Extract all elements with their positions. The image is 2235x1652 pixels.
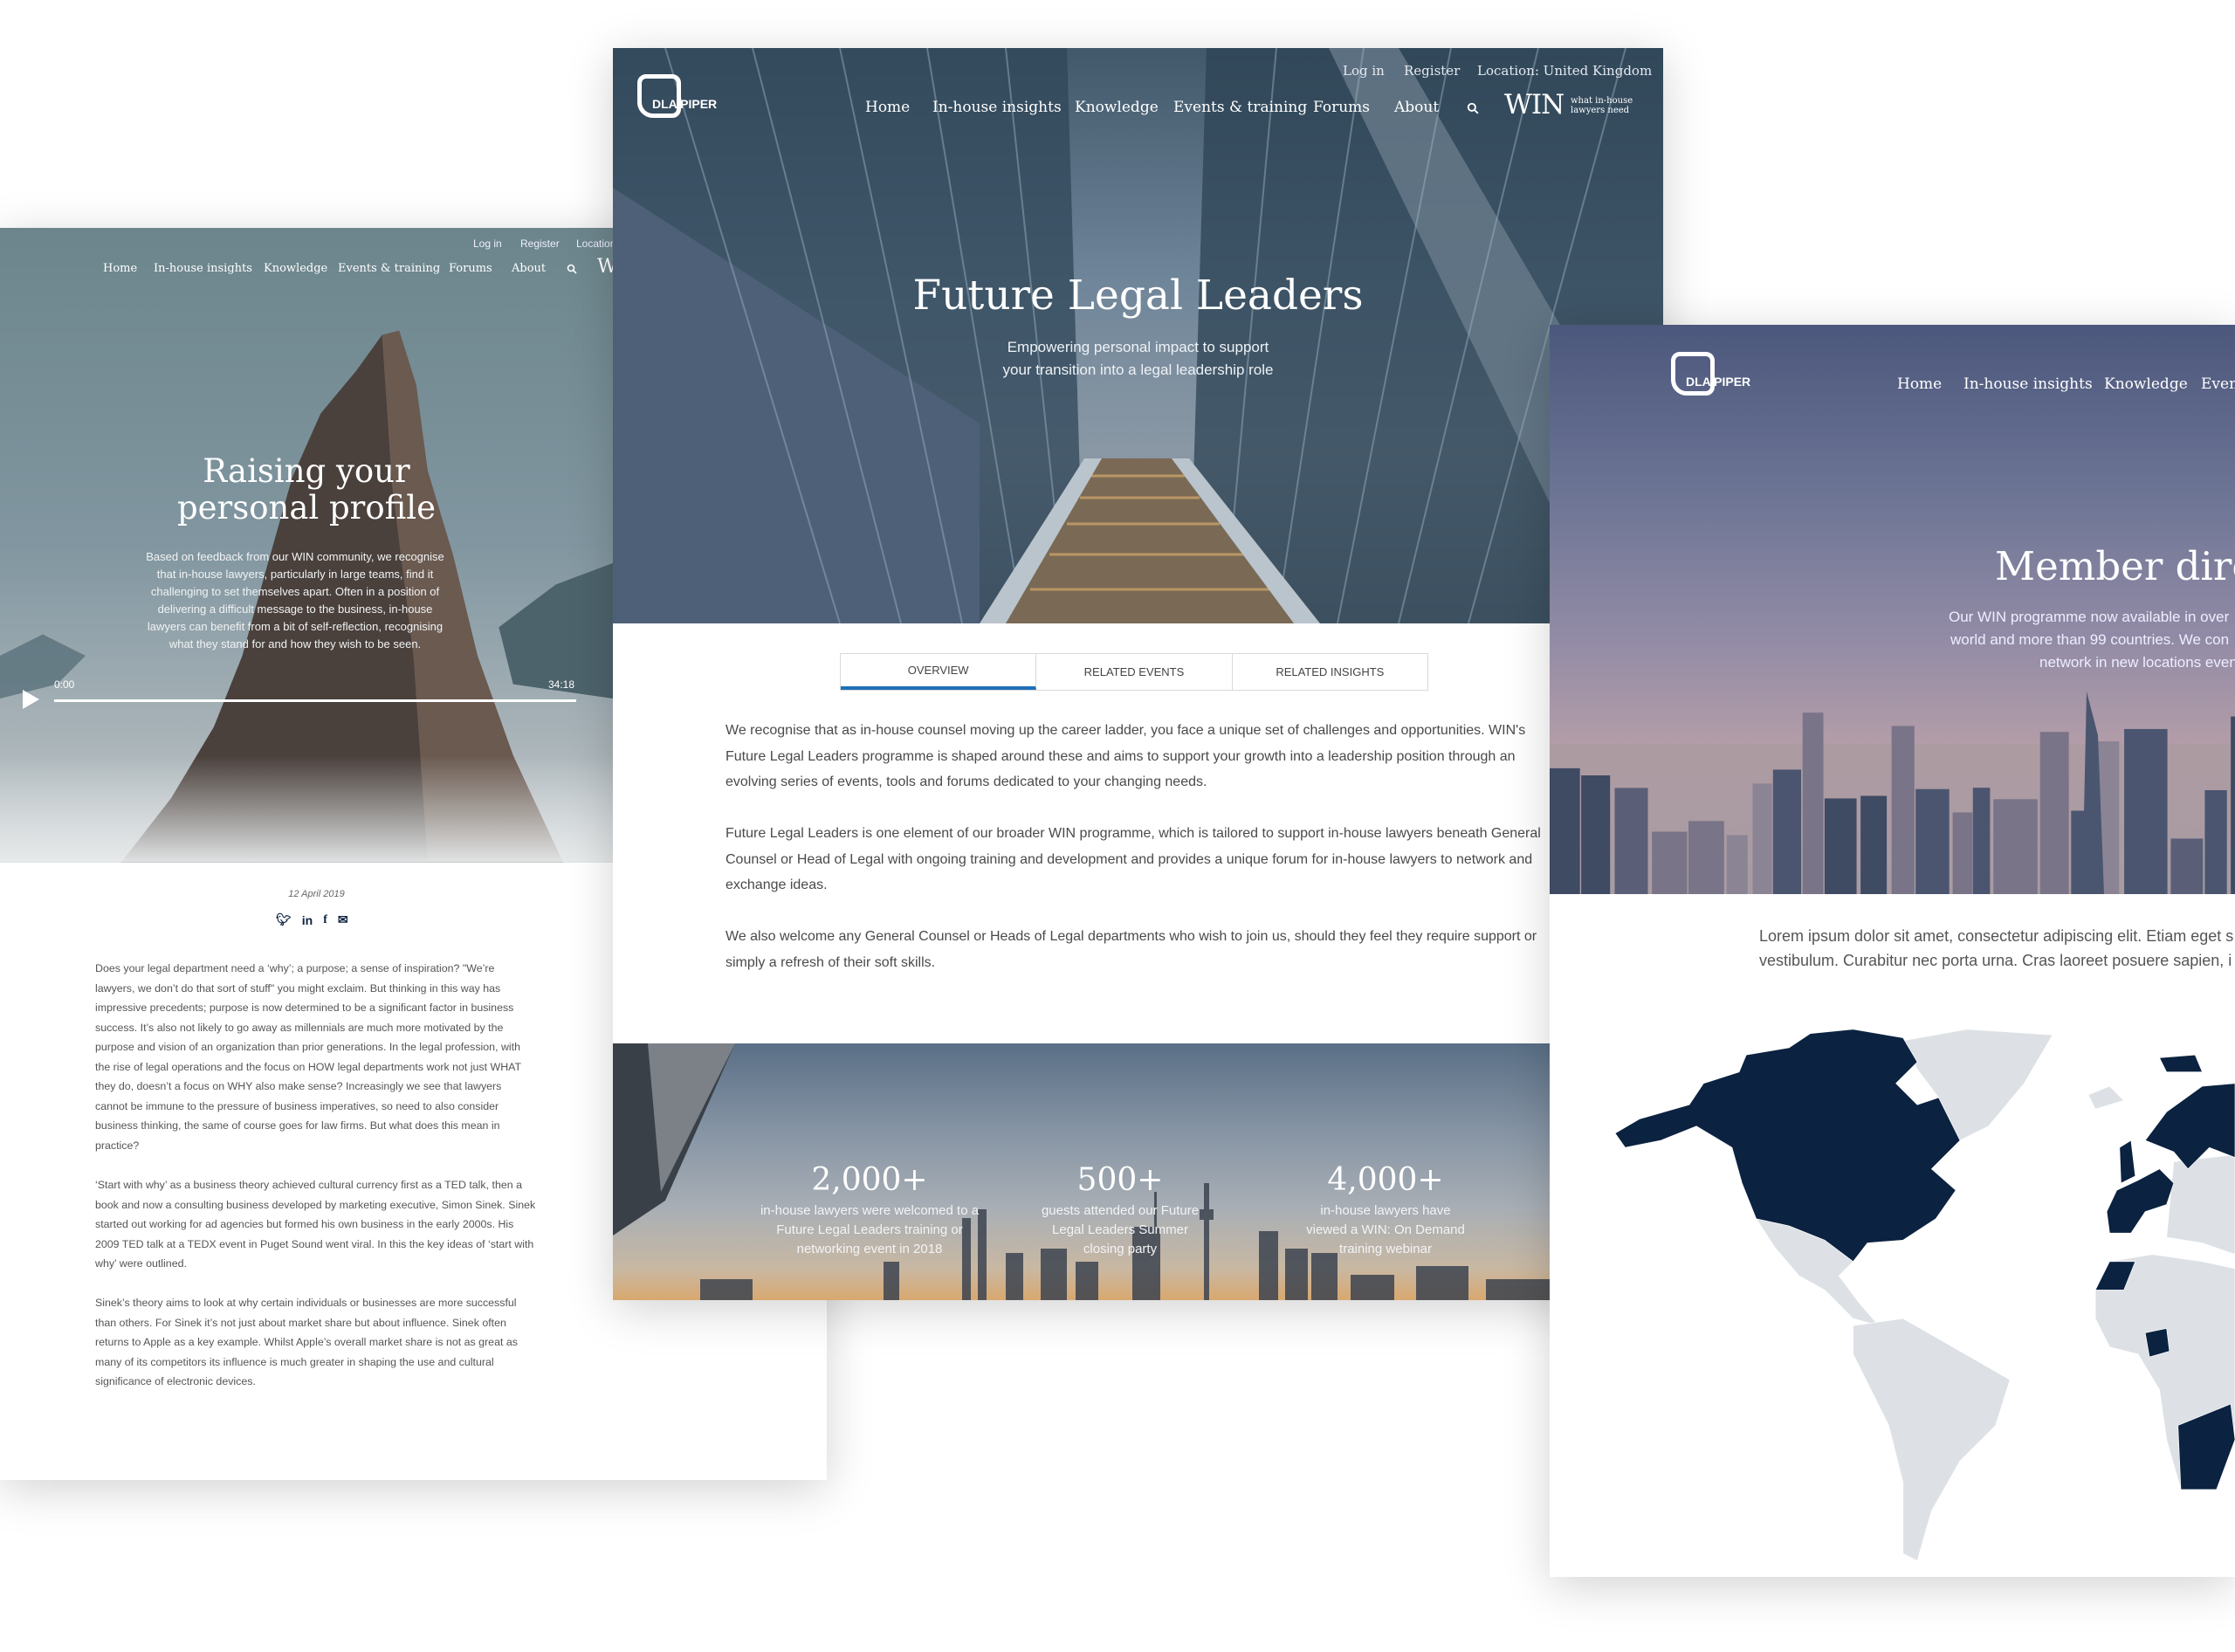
tagline-line: lawyers need bbox=[1571, 106, 1630, 115]
video-progress-bar[interactable] bbox=[54, 699, 576, 702]
world-map[interactable] bbox=[1550, 325, 2235, 1577]
register-link[interactable]: Register bbox=[520, 237, 560, 250]
stat-description: in-house lawyers have viewed a WIN: On D… bbox=[1306, 1203, 1465, 1256]
map-region-uk bbox=[2119, 1139, 2136, 1184]
nav-forums[interactable]: Forums bbox=[1313, 99, 1370, 116]
title-line: Raising your bbox=[203, 452, 410, 490]
video-current-time: 0:00 bbox=[54, 678, 75, 691]
overview-paragraph: We also welcome any General Counsel or H… bbox=[726, 929, 1537, 970]
subtitle-line: your transition into a legal leadership … bbox=[1002, 361, 1274, 378]
stat-value: 500+ bbox=[1076, 1162, 1164, 1198]
overview-paragraph: Future Legal Leaders is one element of o… bbox=[726, 826, 1541, 892]
stat-description: in-house lawyers were welcomed to a Futu… bbox=[760, 1203, 980, 1256]
nav-about[interactable]: About bbox=[1394, 99, 1439, 116]
member-directory-page-mockup: DLA PIPER Home In-house insights Knowled… bbox=[1550, 325, 2235, 1577]
logo-mark bbox=[637, 74, 681, 118]
tagline-line: what in-house bbox=[1571, 96, 1633, 106]
article-hero: Log in Register Location Home In-house i… bbox=[0, 228, 613, 863]
share-icons: 🐦︎ in f ✉ bbox=[276, 912, 348, 927]
stats-band: 2,000+ in-house lawyers were welcomed to… bbox=[613, 1043, 1663, 1300]
location-link[interactable]: Location bbox=[576, 237, 613, 250]
article-title: Raising your personal profile bbox=[0, 453, 613, 527]
tab-overview[interactable]: OVERVIEW bbox=[841, 654, 1037, 690]
article-paragraph: ‘Start with why’ as a business theory ac… bbox=[95, 1179, 536, 1270]
nav-events-training[interactable]: Events & training bbox=[1173, 99, 1307, 116]
title-line: personal profile bbox=[176, 489, 437, 527]
stat-description: guests attended our Future Legal Leaders… bbox=[1041, 1203, 1200, 1256]
twitter-icon[interactable]: 🐦︎ bbox=[276, 912, 292, 927]
content-tabs: OVERVIEW RELATED EVENTS RELATED INSIGHTS bbox=[840, 653, 1428, 691]
page-title: Future Legal Leaders bbox=[912, 272, 1364, 320]
stat-value: 2,000+ bbox=[811, 1162, 928, 1198]
programme-page-mockup: DLA PIPER Log in Register Location: Unit… bbox=[613, 48, 1663, 1300]
tab-related-insights[interactable]: RELATED INSIGHTS bbox=[1233, 654, 1427, 690]
article-paragraph: Sinek’s theory aims to look at why certa… bbox=[95, 1297, 518, 1387]
mountain-image bbox=[0, 330, 613, 863]
map-region-iceland bbox=[2087, 1085, 2125, 1110]
map-region-south-america bbox=[1853, 1318, 2011, 1561]
overview-paragraph: We recognise that as in-house counsel mo… bbox=[726, 723, 1526, 789]
facebook-icon[interactable]: f bbox=[323, 913, 327, 927]
subtitle-line: Empowering personal impact to support bbox=[1007, 339, 1269, 355]
nav-events-training[interactable]: Events & training bbox=[338, 262, 440, 275]
nav-in-house-insights[interactable]: In-house insights bbox=[154, 262, 252, 275]
article-date: 12 April 2019 bbox=[288, 889, 345, 899]
email-icon[interactable]: ✉ bbox=[338, 912, 348, 927]
stat-item: 4,000+ in-house lawyers have viewed a WI… bbox=[1298, 1161, 1473, 1259]
video-duration: 34:18 bbox=[548, 678, 575, 691]
stat-value: 4,000+ bbox=[1327, 1162, 1444, 1198]
logo-text: DLA PIPER bbox=[652, 97, 718, 111]
win-tagline: what in-house lawyers need bbox=[1571, 96, 1633, 115]
search-icon[interactable] bbox=[1467, 102, 1479, 114]
win-logo[interactable]: W bbox=[597, 256, 613, 278]
map-region-east-europe bbox=[2166, 1154, 2235, 1255]
nav-in-house-insights[interactable]: In-house insights bbox=[932, 99, 1062, 116]
stat-item: 2,000+ in-house lawyers were welcomed to… bbox=[756, 1161, 983, 1259]
nav-knowledge[interactable]: Knowledge bbox=[264, 262, 327, 275]
stat-item: 500+ guests attended our Future Legal Le… bbox=[1033, 1161, 1207, 1259]
dla-piper-logo[interactable]: DLA PIPER bbox=[637, 74, 717, 118]
nav-about[interactable]: About bbox=[512, 262, 546, 275]
tab-related-events[interactable]: RELATED EVENTS bbox=[1036, 654, 1233, 690]
nav-home[interactable]: Home bbox=[103, 262, 137, 275]
login-link[interactable]: Log in bbox=[473, 237, 502, 250]
location-selector[interactable]: Location: United Kingdom bbox=[1477, 63, 1652, 79]
article-paragraph: Does your legal department need a ‘why’;… bbox=[95, 962, 521, 1152]
nav-forums[interactable]: Forums bbox=[449, 262, 492, 275]
linkedin-icon[interactable]: in bbox=[302, 913, 313, 927]
search-icon[interactable] bbox=[567, 264, 577, 274]
register-link[interactable]: Register bbox=[1404, 63, 1460, 79]
nav-home[interactable]: Home bbox=[865, 99, 910, 116]
win-logo[interactable]: WIN bbox=[1504, 89, 1564, 120]
article-intro: Based on feedback from our WIN community… bbox=[146, 550, 444, 650]
nav-knowledge[interactable]: Knowledge bbox=[1075, 99, 1159, 116]
programme-hero: DLA PIPER Log in Register Location: Unit… bbox=[613, 48, 1663, 623]
play-icon[interactable] bbox=[21, 689, 40, 710]
map-region-west-europe bbox=[2106, 1168, 2175, 1234]
map-region-svalbard bbox=[2158, 1054, 2203, 1073]
page-subtitle: Empowering personal impact to support yo… bbox=[613, 336, 1663, 382]
login-link[interactable]: Log in bbox=[1343, 63, 1385, 79]
